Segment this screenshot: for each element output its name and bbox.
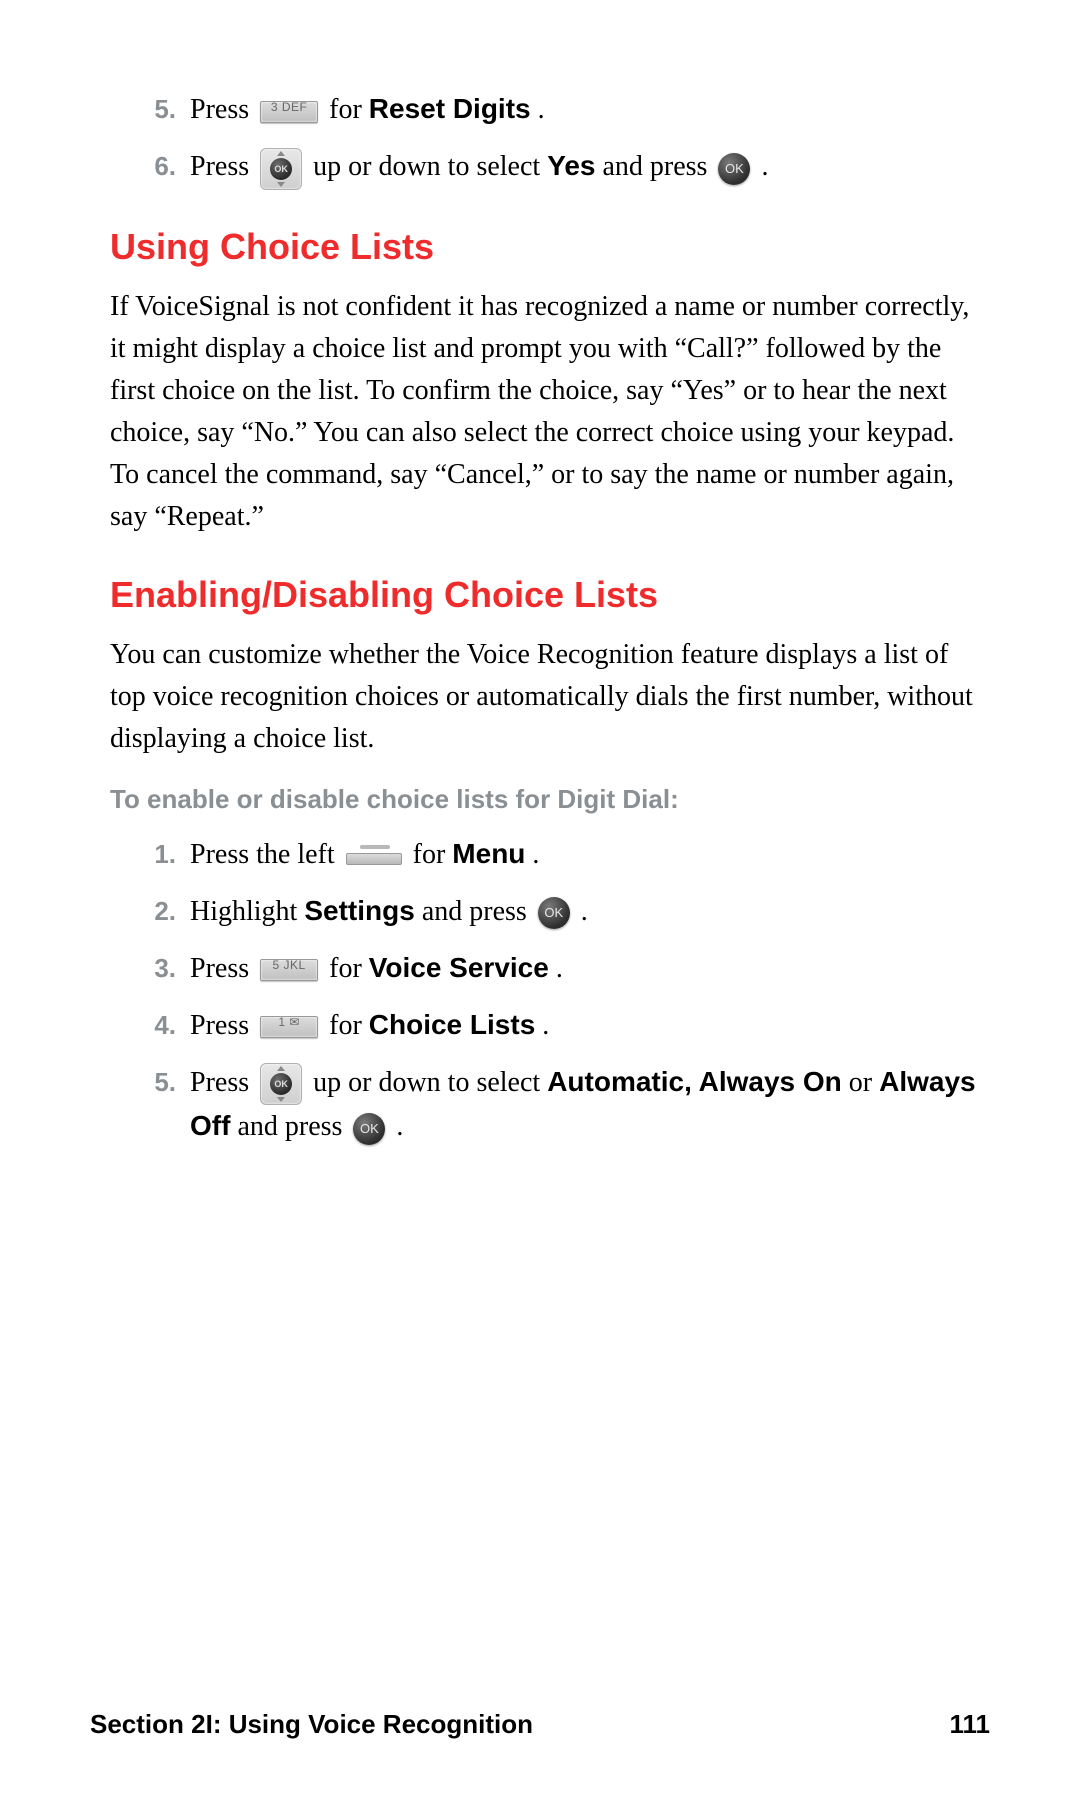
heading-using-choice-lists: Using Choice Lists <box>110 226 990 268</box>
page: 5. Press 3 DEF for Reset Digits . 6. Pre… <box>0 0 1080 1800</box>
step-number: 2. <box>138 890 176 932</box>
nav-pad-icon <box>260 1063 302 1105</box>
step-2: 2. Highlight Settings and press OK . <box>138 890 990 933</box>
paragraph: If VoiceSignal is not confident it has r… <box>110 286 990 538</box>
key-5jkl-icon: 5 JKL <box>260 959 318 981</box>
step-1: 1. Press the left for Menu . <box>138 833 990 876</box>
paragraph: You can customize whether the Voice Reco… <box>110 634 990 760</box>
ok-button-icon: OK <box>718 153 750 185</box>
key-3def-icon: 3 DEF <box>260 101 318 123</box>
step-number: 5. <box>138 1061 176 1103</box>
nav-pad-icon <box>260 148 302 190</box>
step-number: 6. <box>138 145 176 187</box>
left-softkey-icon <box>346 847 402 865</box>
step-body: Press 3 DEF for Reset Digits . <box>190 88 990 131</box>
step-4: 4. Press 1 ✉ for Choice Lists . <box>138 1004 990 1047</box>
footer-page-number: 111 <box>949 1709 990 1740</box>
page-footer: Section 2I: Using Voice Recognition 111 <box>90 1709 990 1740</box>
step-number: 5. <box>138 88 176 130</box>
step-3: 3. Press 5 JKL for Voice Service . <box>138 947 990 990</box>
ok-button-icon: OK <box>353 1113 385 1145</box>
step-number: 3. <box>138 947 176 989</box>
ok-button-icon: OK <box>538 897 570 929</box>
step-5: 5. Press up or down to select Automatic,… <box>138 1061 990 1149</box>
step-body: Press 5 JKL for Voice Service . <box>190 947 990 990</box>
step-number: 4. <box>138 1004 176 1046</box>
step-body: Press up or down to select Yes and press… <box>190 145 990 190</box>
step-body: Press up or down to select Automatic, Al… <box>190 1061 990 1149</box>
top-step-6: 6. Press up or down to select Yes and pr… <box>138 145 990 190</box>
step-number: 1. <box>138 833 176 875</box>
subheading: To enable or disable choice lists for Di… <box>110 784 990 815</box>
key-1-icon: 1 ✉ <box>260 1016 318 1038</box>
footer-section: Section 2I: Using Voice Recognition <box>90 1709 533 1740</box>
step-body: Press the left for Menu . <box>190 833 990 876</box>
step-body: Highlight Settings and press OK . <box>190 890 990 933</box>
step-body: Press 1 ✉ for Choice Lists . <box>190 1004 990 1047</box>
top-step-5: 5. Press 3 DEF for Reset Digits . <box>138 88 990 131</box>
heading-enable-disable: Enabling/Disabling Choice Lists <box>110 574 990 616</box>
